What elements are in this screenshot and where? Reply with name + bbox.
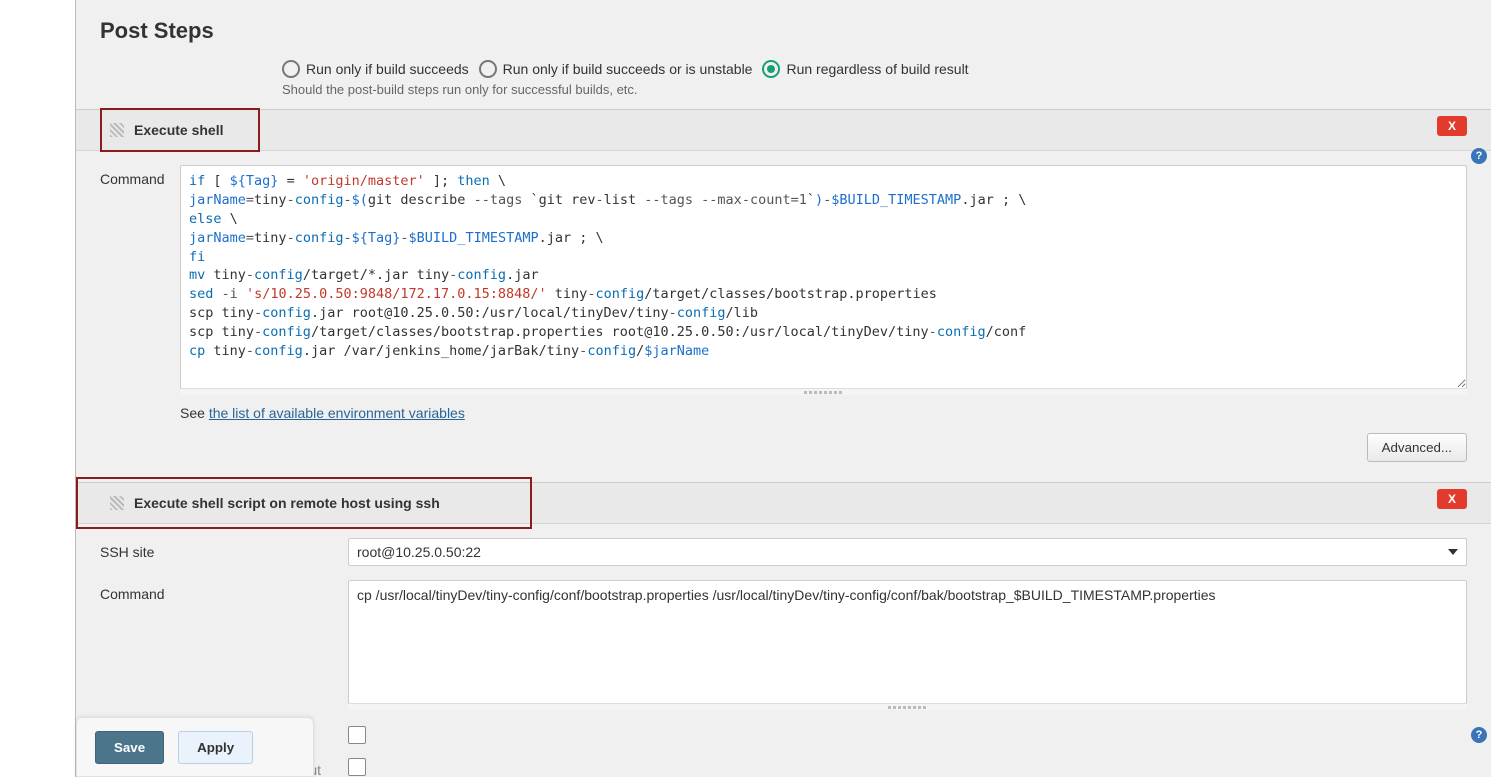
ssh-site-select[interactable]: root@10.25.0.50:22 [348,538,1467,566]
help-icon[interactable]: ? [1471,148,1487,164]
radio-icon [762,60,780,78]
command-label: Command [100,165,180,187]
drag-handle-icon[interactable] [110,496,124,510]
radio-label: Run only if build succeeds [306,61,469,77]
command-label: Command [100,580,348,602]
hide-output-checkbox[interactable] [348,758,366,776]
radio-regardless[interactable]: Run regardless of build result [762,60,968,78]
execute-each-line-checkbox[interactable] [348,726,366,744]
chevron-down-icon [1448,549,1458,555]
radio-succeeds[interactable]: Run only if build succeeds [282,60,469,78]
radio-icon [282,60,300,78]
drag-handle-icon[interactable] [110,123,124,137]
delete-step-button[interactable]: X [1437,116,1467,136]
ssh-site-label: SSH site [100,538,348,560]
help-icon[interactable]: ? [1471,727,1487,743]
advanced-button[interactable]: Advanced... [1367,433,1467,462]
command-code-input[interactable]: if [ ${Tag} = 'origin/master' ]; then \ … [180,165,1467,389]
ssh-command-row: Command cp /usr/local/tinyDev/tiny-confi… [100,580,1467,704]
radio-label: Run only if build succeeds or is unstabl… [503,61,753,77]
step-execute-shell: Execute shell X ? Command if [ ${Tag} = … [76,109,1491,476]
footer-actions: Save Apply [76,717,314,777]
save-button[interactable]: Save [95,731,164,764]
step-header: Execute shell script on remote host usin… [76,483,1491,524]
post-step-trigger-radios: Run only if build succeeds Run only if b… [76,56,1491,80]
step-title: Execute shell script on remote host usin… [134,495,440,511]
see-text: See [180,405,209,421]
ssh-site-row: SSH site root@10.25.0.50:22 [100,538,1467,566]
ssh-command-input[interactable]: cp /usr/local/tinyDev/tiny-config/conf/b… [348,580,1467,704]
left-sidebar [0,0,76,777]
main-panel: Post Steps Run only if build succeeds Ru… [76,0,1491,777]
ssh-site-value: root@10.25.0.50:22 [357,544,481,560]
command-field-row: Command if [ ${Tag} = 'origin/master' ];… [100,165,1467,389]
env-vars-link[interactable]: the list of available environment variab… [209,405,465,421]
delete-step-button[interactable]: X [1437,489,1467,509]
env-vars-help: See the list of available environment va… [180,395,1467,421]
step-title: Execute shell [134,122,224,138]
radio-help-text: Should the post-build steps run only for… [76,80,1491,109]
step-header: Execute shell X ? [76,110,1491,151]
radio-label: Run regardless of build result [786,61,968,77]
radio-icon [479,60,497,78]
apply-button[interactable]: Apply [178,731,253,764]
section-title: Post Steps [76,0,1491,56]
radio-unstable[interactable]: Run only if build succeeds or is unstabl… [479,60,753,78]
